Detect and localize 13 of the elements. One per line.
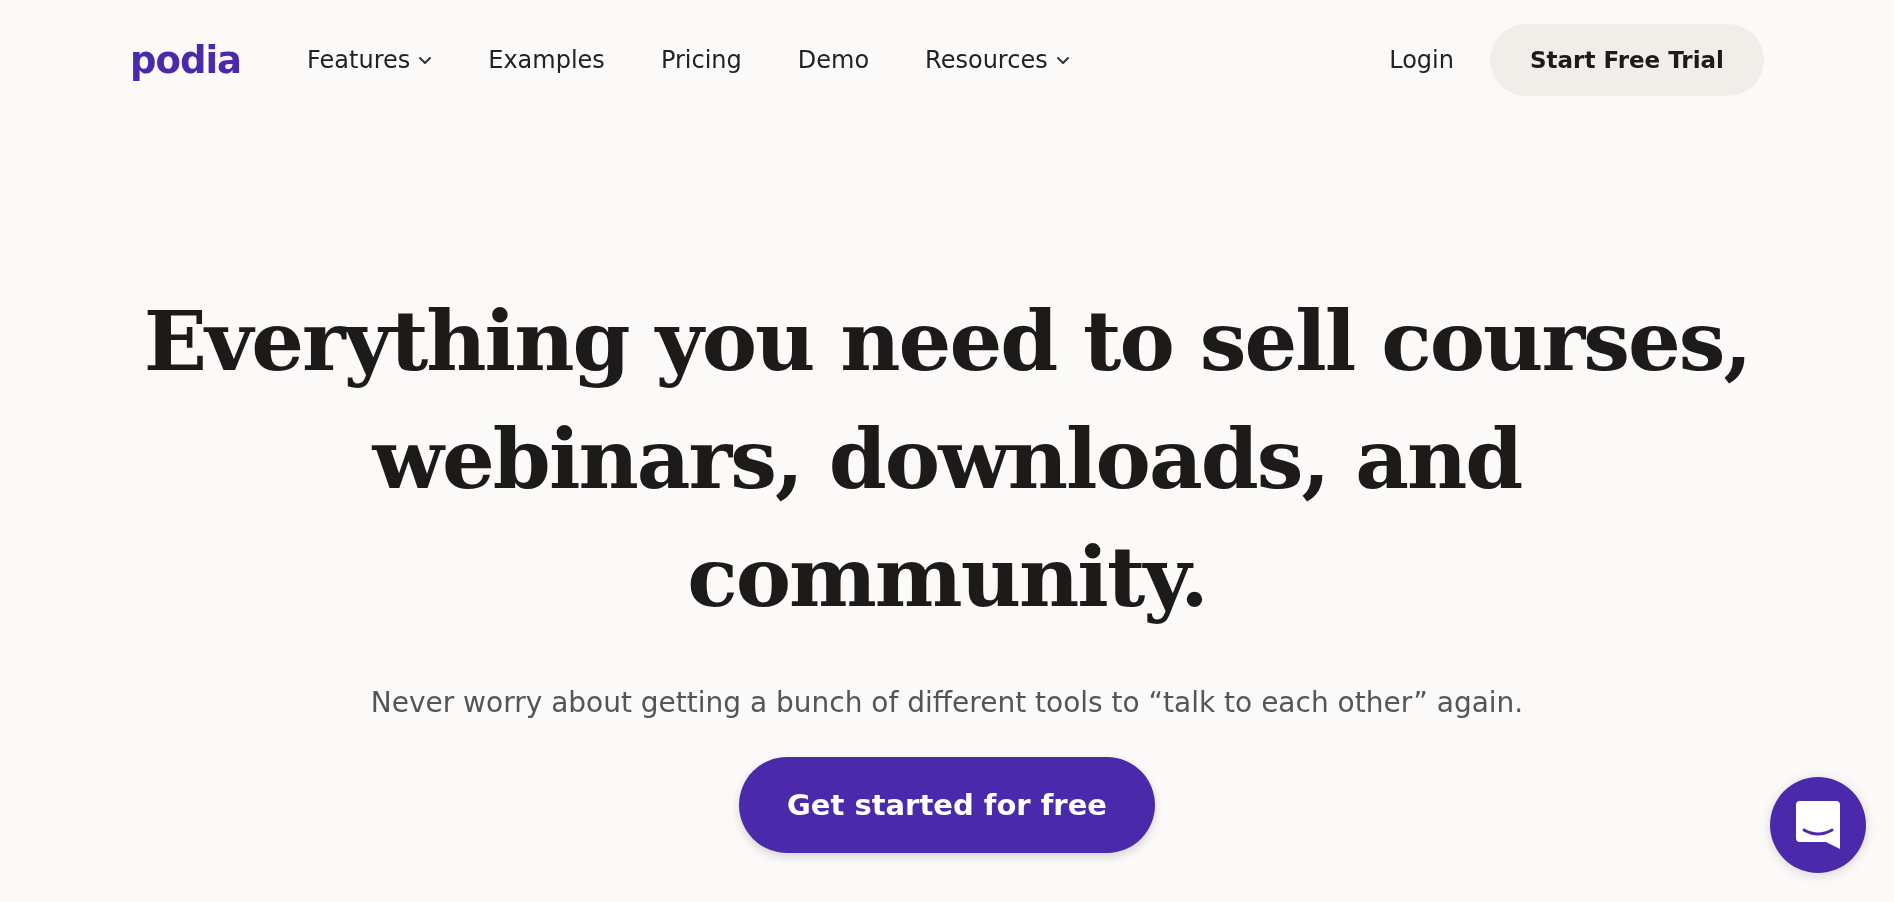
logo[interactable]: podia (130, 41, 242, 79)
chat-bubble-icon (1796, 801, 1840, 849)
nav-link[interactable]: Demo (797, 46, 870, 74)
nav-link[interactable]: Examples (488, 46, 605, 74)
nav-link[interactable]: Pricing (660, 46, 742, 74)
nav-link[interactable]: Resources (925, 46, 1070, 74)
nav-link[interactable]: Features (307, 46, 433, 74)
get-started-button[interactable]: Get started for free (739, 757, 1155, 853)
login-link[interactable]: Login (1389, 46, 1454, 74)
subtitle: Never worry about getting a bunch of different tools to “talk to each other” again. (370, 686, 1524, 719)
chat-launcher-button[interactable] (1770, 777, 1866, 873)
start-trial-button[interactable]: Start Free Trial (1490, 24, 1764, 96)
headline: Everything you need to sell courses, webinars, downloads, and community. (143, 291, 1751, 628)
